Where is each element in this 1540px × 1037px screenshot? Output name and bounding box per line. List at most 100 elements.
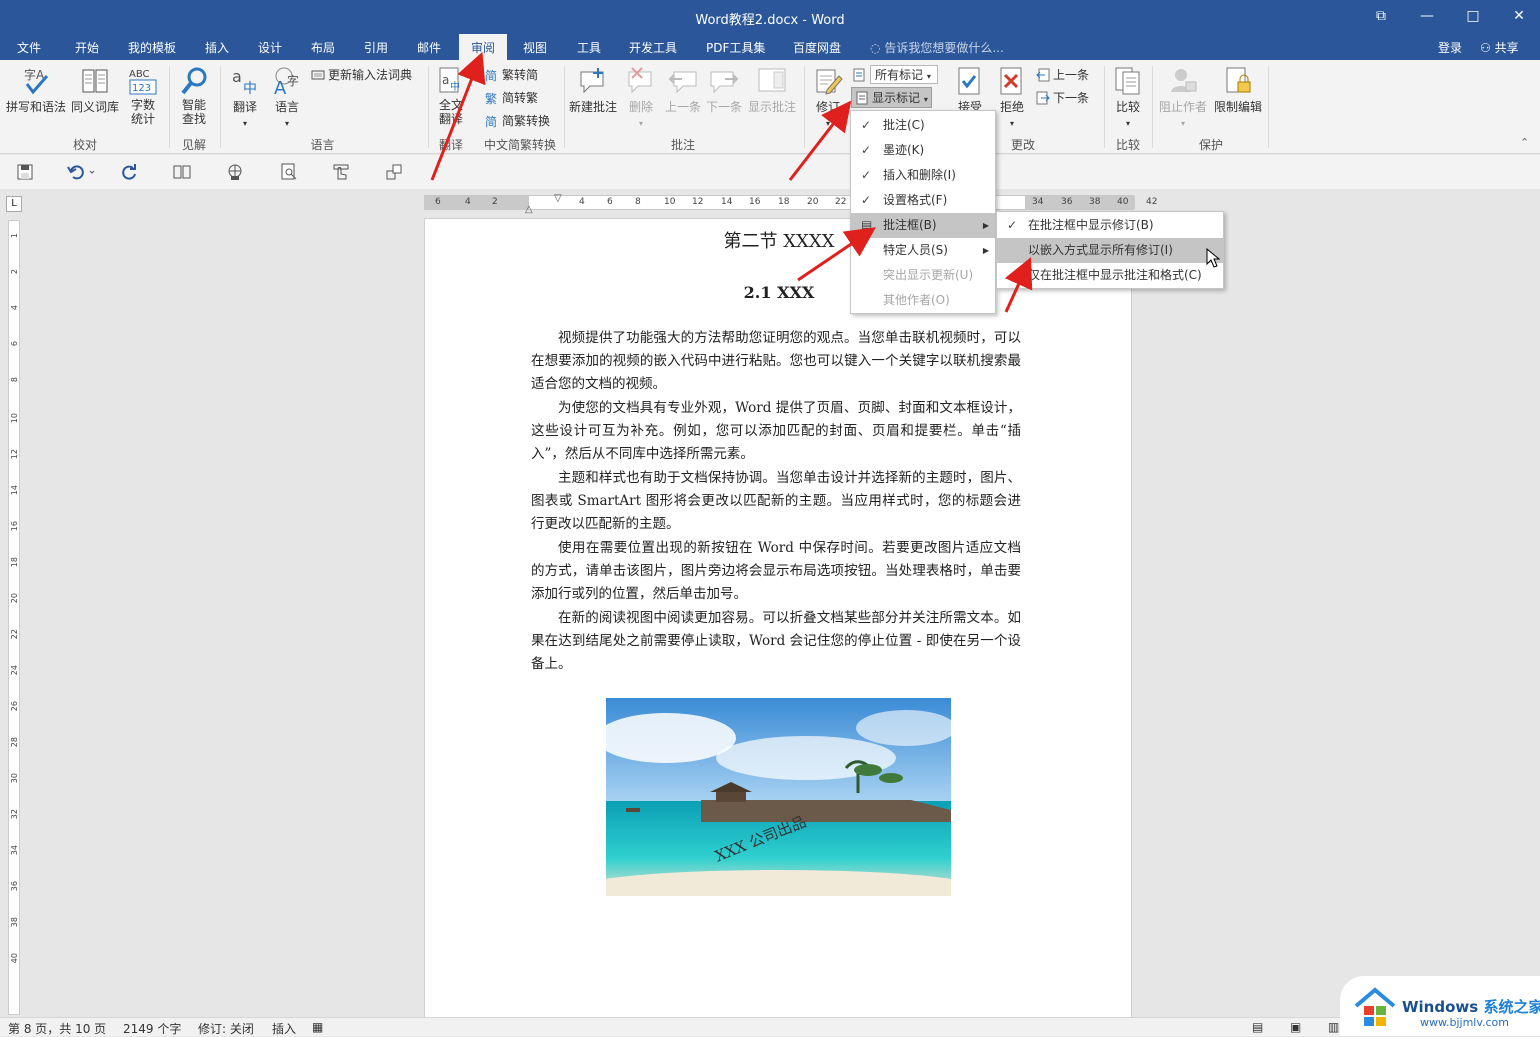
read-mode-view-icon[interactable]: ▤ [1252, 1020, 1263, 1034]
tab-layout[interactable]: 布局 [311, 39, 335, 56]
delete-comment-button[interactable]: 删除 ▾ [622, 66, 660, 129]
track-status[interactable]: 修订: 关闭 [198, 1020, 254, 1037]
word-count[interactable]: 2149 个字 [123, 1020, 181, 1037]
word-count-label-2: 统计 [130, 112, 155, 126]
ruler-tick-label: 16 [10, 521, 19, 532]
thesaurus-button[interactable]: 同义词库 [70, 66, 120, 115]
maximize-button[interactable]: □ [1450, 0, 1496, 34]
save-icon[interactable] [16, 163, 34, 181]
customize-qat-icon[interactable] [385, 163, 403, 181]
next-comment-button[interactable]: 下一条 [704, 66, 744, 115]
tab-view[interactable]: 视图 [523, 39, 547, 56]
convert-button[interactable]: 简简繁转换 [485, 112, 550, 129]
web-layout-view-icon[interactable]: ▥ [1328, 1020, 1339, 1034]
tab-review[interactable]: 审阅 [459, 34, 508, 60]
tab-stop-selector[interactable]: L [6, 196, 22, 212]
smart-lookup-button[interactable]: 智能 查找 [174, 66, 214, 126]
touch-mode-icon[interactable] [332, 163, 350, 181]
accept-button[interactable]: 接受 [952, 66, 988, 115]
tab-my-templates[interactable]: 我的模板 [128, 39, 176, 56]
print-layout-view-icon[interactable]: ▣ [1290, 1020, 1301, 1034]
read-mode-icon[interactable] [173, 163, 191, 181]
show-comments-button[interactable]: 显示批注 [746, 66, 798, 115]
ruler-tick-label: 10 [664, 197, 676, 207]
restrict-editing-button[interactable]: 限制编辑 [1212, 66, 1264, 115]
close-button[interactable]: ✕ [1496, 0, 1540, 34]
ruler-tick-label: 4 [10, 305, 19, 311]
ribbon-display-icon[interactable]: ⧉ [1358, 0, 1404, 34]
document-page[interactable]: 第二节 XXXX 2.1 XXX 视频提供了功能强大的方法帮助您证明您的观点。当… [424, 218, 1132, 1018]
ruler-tick-label: 8 [10, 377, 19, 383]
markup-menu-item[interactable]: 特定人员(S) ▶ [851, 238, 995, 263]
login-link[interactable]: 登录 [1438, 39, 1462, 56]
markup-menu-item[interactable]: ✓ 设置格式(F) [851, 188, 995, 213]
tab-design[interactable]: 设计 [258, 39, 282, 56]
markup-select[interactable]: 所有标记 ▾ [853, 65, 938, 84]
trad-to-simp-button[interactable]: 简繁转简 [485, 66, 538, 83]
language-button[interactable]: A字 语言 ▾ [268, 66, 306, 129]
ruler-tick-label: 20 [807, 197, 819, 207]
new-comment-button[interactable]: 新建批注 [568, 66, 618, 115]
simp-to-trad-button[interactable]: 繁简转繁 [485, 89, 538, 106]
reject-button[interactable]: 拒绝 ▾ [994, 66, 1030, 129]
ruler-tick-label: 38 [10, 917, 19, 928]
markup-menu-item[interactable]: ✓ 批注(C) [851, 113, 995, 138]
compare-button[interactable]: 比较 ▾ [1110, 66, 1146, 129]
undo-icon[interactable] [66, 163, 96, 181]
next-change-button[interactable]: 下一条 [1036, 89, 1089, 106]
svg-text:a: a [232, 67, 242, 86]
show-markup-button[interactable]: 显示标记 ▾ [851, 87, 932, 108]
markup-menu-item-label: 插入和删除(I) [883, 168, 956, 182]
horizontal-ruler[interactable]: ▽ △ 6 4 2 4 6 8 10 12 14 16 18 20 22 34 36 38 40 42 [424, 193, 1157, 215]
translate-button[interactable]: a中 翻译 ▾ [226, 66, 264, 129]
markup-menu-item[interactable]: ✓ 插入和删除(I) [851, 163, 995, 188]
full-translate-label-1: 全文 [438, 98, 463, 112]
tab-developer[interactable]: 开发工具 [629, 39, 677, 56]
previous-change-button[interactable]: 上一条 [1036, 66, 1089, 83]
collapse-ribbon-icon[interactable]: ⌃ [1520, 136, 1529, 149]
tab-file[interactable]: 文件 [17, 39, 41, 56]
beach-picture[interactable]: XXX 公司出品 [606, 698, 951, 896]
tab-home[interactable]: 开始 [75, 39, 99, 56]
tell-me-search[interactable]: ◌ 告诉我您想要做什么... [870, 39, 1004, 56]
previous-comment-button[interactable]: 上一条 [664, 66, 702, 115]
vertical-ruler[interactable]: 1 2 4 6 8 10 12 14 16 18 20 22 24 26 28 30 32 34 36 38 40 [8, 220, 20, 1015]
markup-menu-item[interactable]: 突出显示更新(U) [851, 263, 995, 288]
spelling-grammar-button[interactable]: 字A 拼写和语法 [6, 66, 66, 115]
tab-baidu-netdisk[interactable]: 百度网盘 [793, 39, 841, 56]
tab-references[interactable]: 引用 [364, 39, 388, 56]
track-changes-button[interactable]: 修订 ▾ [810, 66, 846, 129]
left-indent-marker[interactable]: △ [525, 204, 533, 215]
markup-menu-item-label: 特定人员(S) [883, 243, 948, 257]
insert-mode[interactable]: 插入 [272, 1020, 296, 1037]
web-layout-icon[interactable] [226, 163, 244, 181]
page-count[interactable]: 第 8 页，共 10 页 [8, 1020, 106, 1037]
track-changes-label: 修订 [815, 100, 840, 114]
minimize-button[interactable]: — [1404, 0, 1450, 34]
markup-menu-item[interactable]: ✓ 墨迹(K) [851, 138, 995, 163]
ruler-tick-label: 14 [721, 197, 733, 207]
balloons-menu-item[interactable]: 仅在批注框中显示批注和格式(C) [997, 263, 1223, 288]
share-button[interactable]: ⚇ 共享 [1480, 39, 1519, 56]
update-ime-button[interactable]: 更新输入法词典 [311, 66, 412, 83]
language-icon: A字 [272, 66, 302, 99]
redo-icon[interactable] [120, 163, 138, 181]
tab-pdf-tools[interactable]: PDF工具集 [706, 39, 765, 56]
group-language: 语言 [310, 138, 335, 152]
macro-icon[interactable]: ▦ [312, 1020, 323, 1034]
dropdown-caret-icon: ▾ [242, 119, 247, 128]
print-preview-icon[interactable] [280, 163, 298, 181]
balloons-menu-item[interactable]: ✓ 在批注框中显示修订(B) [997, 213, 1223, 238]
first-line-indent-marker[interactable]: ▽ [554, 193, 562, 204]
markup-menu-item[interactable]: ▤ 批注框(B) ▶ [851, 213, 995, 238]
tab-insert[interactable]: 插入 [205, 39, 229, 56]
full-translate-button[interactable]: a中 全文 翻译 [433, 66, 469, 126]
markup-select-box[interactable]: 所有标记 ▾ [870, 65, 938, 84]
tab-mailings[interactable]: 邮件 [417, 39, 441, 56]
markup-menu-item[interactable]: 其他作者(O) [851, 288, 995, 313]
tab-tools[interactable]: 工具 [577, 39, 601, 56]
balloons-menu-item[interactable]: 以嵌入方式显示所有修订(I) [997, 238, 1223, 263]
svg-text:繁: 繁 [485, 91, 497, 105]
block-authors-button[interactable]: 阻止作者 ▾ [1156, 66, 1210, 129]
word-count-button[interactable]: ABC 123 字数 统计 [124, 66, 162, 126]
